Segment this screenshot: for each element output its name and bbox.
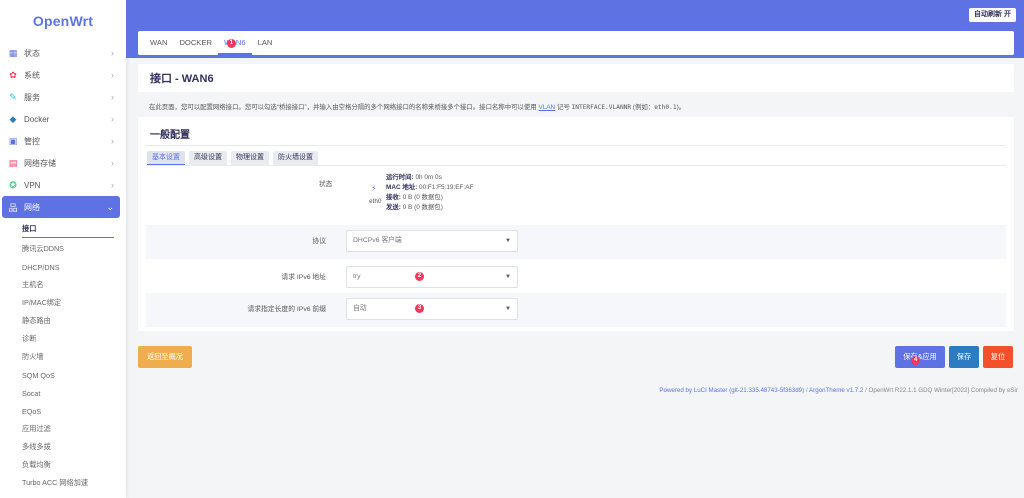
device-name: eth0 (369, 198, 382, 205)
sidebar-item-storage[interactable]: ▤ 网络存储 › (0, 152, 126, 174)
chevron-right-icon: › (111, 92, 114, 102)
sidebar-subitem-eqos[interactable]: EQoS (0, 402, 126, 420)
sidebar-subitem-dhcp-dns[interactable]: DHCP/DNS (0, 258, 126, 276)
gear-icon: ✿ (9, 69, 17, 80)
sidebar-item-label: 状态 (24, 48, 40, 58)
chevron-right-icon: › (111, 48, 114, 58)
section-title: 一般配置 (150, 130, 190, 141)
request-ipv6-address-select[interactable]: try 2 ▼ (346, 266, 518, 288)
sidebar-subitem-interfaces[interactable]: 接口 (0, 222, 126, 240)
services-icon: ✎ (9, 91, 17, 102)
page-title: 接口 - WAN6 (150, 73, 214, 85)
annotation-badge: 1 (226, 39, 236, 48)
sidebar-item-label: VPN (24, 180, 41, 190)
request-ipv6-prefix-select[interactable]: 自动 3 ▼ (346, 298, 518, 320)
sidebar-item-label: 服务 (24, 92, 40, 102)
footer: Powered by LuCI Master (git-21.335.48743… (659, 387, 1018, 394)
chevron-right-icon: › (111, 180, 114, 190)
vlan-link[interactable]: VLAN (538, 104, 555, 111)
annotation-badge: 2 (415, 272, 424, 281)
request-ipv6-prefix-row: 请求指定长度的 IPv6 前缀 自动 3 ▼ (146, 293, 1006, 327)
chevron-down-icon: ⌄ (106, 201, 114, 212)
sidebar-subitem-turboacc[interactable]: Turbo ACC 网络加速 (0, 474, 126, 492)
config-subtabs: 基本设置 高级设置 物理设置 防火墙设置 (147, 151, 322, 165)
tab-docker[interactable]: DOCKER (173, 31, 218, 55)
docker-icon: ◆ (9, 113, 17, 124)
control-icon: ▣ (8, 135, 18, 146)
sidebar-item-control[interactable]: ▣ 管控 › (0, 130, 126, 152)
sidebar-item-label: 系统 (24, 70, 40, 80)
divider (146, 145, 1006, 146)
back-to-overview-button[interactable]: 返回至概况 (138, 346, 192, 368)
status-label: 状态 (319, 181, 333, 188)
sidebar-item-network[interactable]: 品 网络 ⌄ (2, 196, 120, 218)
status-details: 运行时间: 0h 0m 0s MAC 地址: 00:F1:F5:19:EF:AF… (386, 174, 474, 211)
tab-wan[interactable]: WAN (144, 31, 173, 55)
caret-down-icon: ▼ (505, 306, 511, 312)
chevron-right-icon: › (111, 136, 114, 146)
annotation-badge: 3 (415, 304, 424, 313)
status-icon: ▦ (8, 47, 18, 58)
request-ipv6-address-row: 请求 IPv6 地址 try 2 ▼ (146, 261, 1006, 295)
divider (146, 165, 1006, 166)
interface-tabs: WAN DOCKER WAN6 1 LAN (138, 31, 1014, 55)
sidebar-item-docker[interactable]: ◆ Docker › (0, 108, 126, 130)
protocol-select[interactable]: DHCPv6 客户端 ▼ (346, 230, 518, 252)
sidebar-subitem-routes[interactable]: 静态路由 (0, 312, 126, 330)
sidebar-subitem-ddns[interactable]: 腾讯云DDNS (0, 240, 126, 258)
save-button[interactable]: 保存 (949, 346, 979, 368)
sidebar-subitem-loadbalance[interactable]: 负载均衡 (0, 456, 126, 474)
ethernet-port-icon: ⚡ (371, 184, 377, 193)
tab-wan6[interactable]: WAN6 1 (217, 31, 252, 55)
subtab-basic[interactable]: 基本设置 (147, 151, 185, 165)
sidebar-item-status[interactable]: ▦ 状态 › (0, 42, 126, 64)
sidebar-item-label: 网络 (24, 202, 40, 212)
protocol-row: 协议 DHCPv6 客户端 ▼ (146, 225, 1006, 259)
sidebar-item-services[interactable]: ✎ 服务 › (0, 86, 126, 108)
sidebar-subitem-multiwan[interactable]: 多线多拨 (0, 438, 126, 456)
sidebar-subitem-socat[interactable]: Socat (0, 384, 126, 402)
sidebar-item-label: 网络存储 (24, 158, 56, 168)
theme-link[interactable]: ArgonTheme v1.7.2 (809, 387, 863, 394)
luci-link[interactable]: Powered by LuCI Master (git-21.335.48743… (659, 387, 804, 394)
sidebar-item-system[interactable]: ✿ 系统 › (0, 64, 126, 86)
request-ipv6-address-label: 请求 IPv6 地址 (281, 274, 326, 281)
chevron-right-icon: › (111, 70, 114, 80)
sidebar-subitem-sqm[interactable]: SQM QoS (0, 366, 126, 384)
chevron-right-icon: › (111, 158, 114, 168)
general-config-card: 一般配置 基本设置 高级设置 物理设置 防火墙设置 状态 ⚡ eth0 运行时间… (138, 117, 1014, 331)
subtab-physical[interactable]: 物理设置 (231, 151, 269, 165)
sidebar-subitem-firewall[interactable]: 防火墙 (0, 348, 126, 366)
sidebar-item-vpn[interactable]: ✪ VPN › (0, 174, 126, 196)
reset-button[interactable]: 复位 (983, 346, 1013, 368)
logo[interactable]: OpenWrt (0, 0, 126, 42)
sidebar-subitem-diagnostics[interactable]: 诊断 (0, 330, 126, 348)
sidebar-item-label: Docker (24, 114, 50, 124)
protocol-label: 协议 (312, 238, 326, 245)
subtab-firewall[interactable]: 防火墙设置 (273, 151, 318, 165)
page-title-card: 接口 - WAN6 (138, 64, 1014, 92)
chevron-right-icon: › (111, 114, 114, 124)
sidebar-subitem-appfilter[interactable]: 应用过滤 (0, 420, 126, 438)
sidebar-item-label: 管控 (24, 136, 40, 146)
sidebar-subitem-hostnames[interactable]: 主机名 (0, 276, 126, 294)
request-ipv6-prefix-label: 请求指定长度的 IPv6 前缀 (247, 306, 326, 313)
storage-icon: ▤ (8, 157, 18, 168)
tab-lan[interactable]: LAN (252, 31, 279, 55)
network-icon: 品 (8, 202, 18, 213)
caret-down-icon: ▼ (505, 238, 511, 244)
sidebar: OpenWrt ▦ 状态 › ✿ 系统 › ✎ 服务 › ◆ Docker › … (0, 0, 126, 498)
annotation-badge: 4 (911, 356, 920, 365)
sidebar-subitem-ip-mac[interactable]: IP/MAC绑定 (0, 294, 126, 312)
caret-down-icon: ▼ (505, 274, 511, 280)
page-description: 在此页面，您可以配置网络接口。您可以勾选“桥接接口”，并输入由空格分隔的多个网络… (149, 104, 686, 111)
auto-refresh-button[interactable]: 自动刷新 开 (969, 8, 1016, 22)
vpn-icon: ✪ (9, 179, 17, 190)
subtab-advanced[interactable]: 高级设置 (189, 151, 227, 165)
save-apply-button[interactable]: 保存&应用 4 (895, 346, 945, 368)
